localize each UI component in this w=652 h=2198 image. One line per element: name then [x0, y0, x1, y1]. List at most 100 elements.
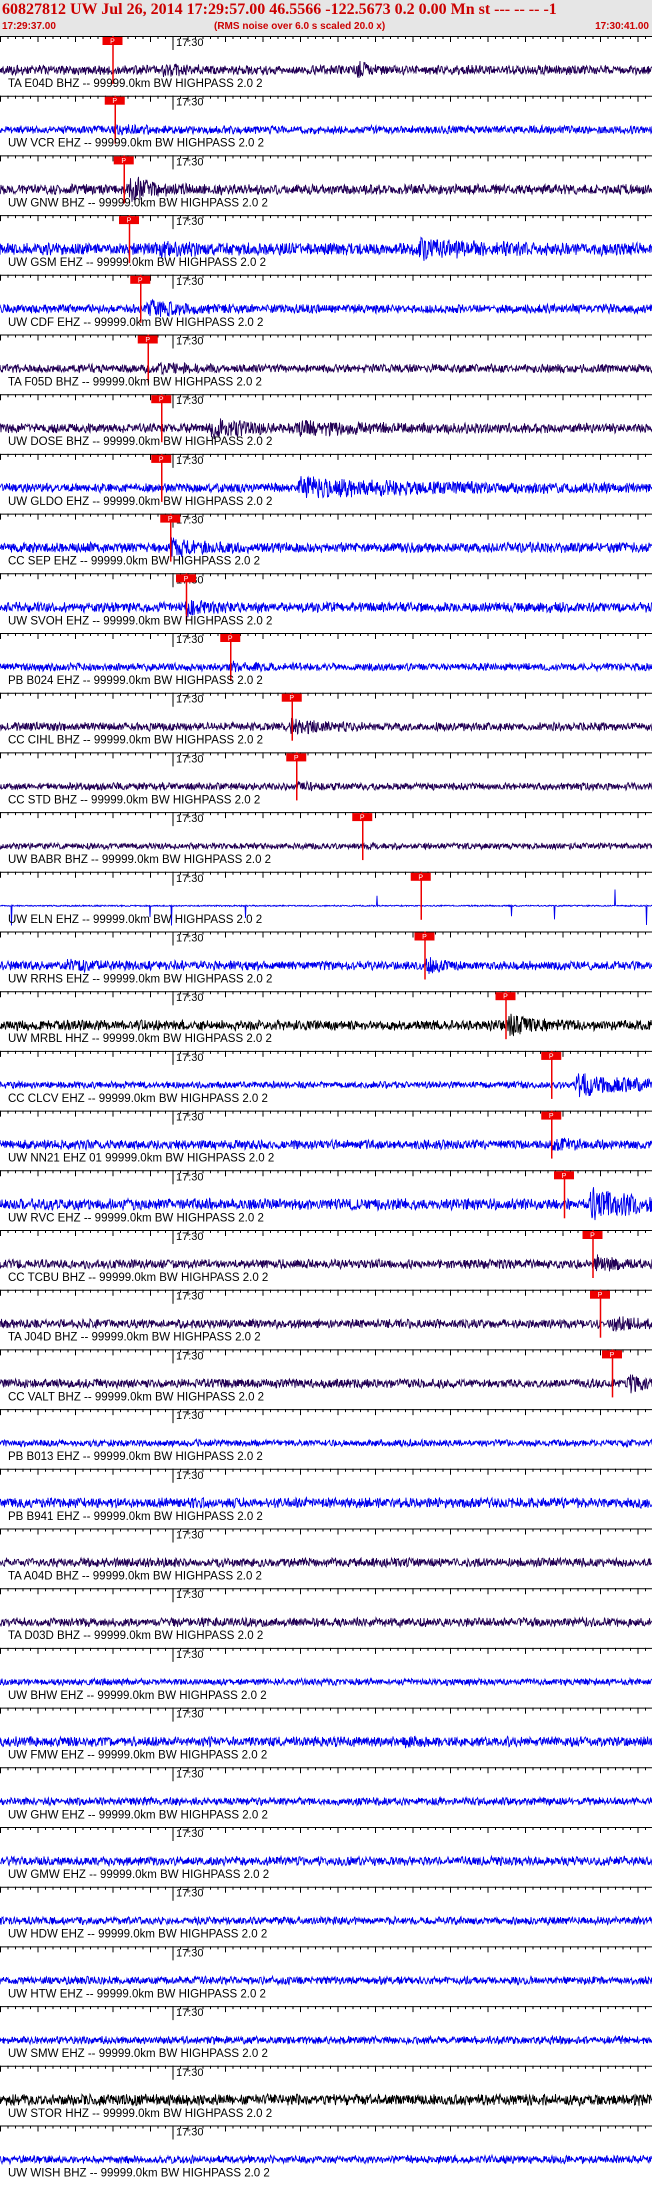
pick-label: P	[228, 636, 233, 643]
waveform	[0, 475, 652, 499]
pick-label: P	[562, 1173, 567, 1180]
minute-mark-label: 17:30	[176, 1888, 204, 1900]
channel-label: UW GSM EHZ -- 99999.0km BW HIGHPASS 2.0 …	[8, 257, 266, 269]
pick-label: P	[289, 695, 294, 702]
minute-mark-label: 17:30	[176, 992, 204, 1004]
channel-label: UW SMW EHZ -- 99999.0km BW HIGHPASS 2.0 …	[8, 2048, 268, 2060]
pick-label: P	[145, 337, 150, 344]
channel-label: TA A04D BHZ -- 99999.0km BW HIGHPASS 2.0…	[8, 1571, 262, 1583]
channel-label: UW NN21 EHZ 01 99999.0km BW HIGHPASS 2.0…	[8, 1153, 274, 1165]
minute-mark-label: 17:30	[176, 216, 204, 228]
trace-row: 17:30 TA A04D BHZ -- 99999.0km BW HIGHPAS…	[0, 1528, 652, 1583]
trace-row: 17:30 P UW GNW BHZ -- 99999.0km BW HIGHPAS…	[0, 155, 652, 209]
minute-mark-label: 17:30	[176, 1291, 204, 1303]
waveform	[0, 1556, 652, 1569]
trace-row: 17:30 P TA F05D BHZ -- 99999.0km BW HIGHPA…	[0, 334, 652, 389]
trace-row: 17:30 P CC CLCV EHZ -- 99999.0km BW HIGHPA…	[0, 1050, 652, 1105]
trace-row: 17:30 P UW GSM EHZ -- 99999.0km BW HIGHPAS…	[0, 215, 652, 269]
channel-label: UW BABR BHZ -- 99999.0km BW HIGHPASS 2.0…	[8, 854, 271, 866]
channel-label: TA J04D BHZ -- 99999.0km BW HIGHPASS 2.0…	[8, 1332, 261, 1344]
channel-label: UW GLDO EHZ -- 99999.0km BW HIGHPASS 2.0…	[8, 496, 272, 508]
waveform	[0, 60, 652, 79]
pick-label: P	[159, 397, 164, 404]
channel-label: CC CIHL BHZ -- 99999.0km BW HIGHPASS 2.0…	[8, 735, 263, 747]
channel-label: UW SVOH EHZ -- 99999.0km BW HIGHPASS 2.0…	[8, 615, 272, 627]
trace-row: 17:30 PB B941 EHZ -- 99999.0km BW HIGHPAS…	[0, 1468, 652, 1523]
event-title: 60827812 UW Jul 26, 2014 17:29:57.00 46.…	[2, 1, 557, 18]
waveform	[0, 1915, 652, 1927]
waveform	[0, 1437, 652, 1449]
minute-mark-label: 17:30	[176, 813, 204, 825]
waveform	[0, 1735, 652, 1749]
waveform	[0, 1676, 652, 1688]
trace-row: 17:30PUW SVOH EHZ -- 99999.0km BW HIGHPA…	[0, 573, 652, 627]
channel-label: UW GMW EHZ -- 99999.0km BW HIGHPASS 2.0 …	[8, 1869, 269, 1881]
minute-mark-label: 17:30	[176, 336, 204, 348]
start-time: 17:29:37.00	[2, 21, 56, 32]
waveform	[0, 1137, 652, 1151]
minute-mark-label: 17:30	[176, 1649, 204, 1661]
waveform	[0, 716, 652, 735]
trace-row: 17:30 P UW DOSE BHZ -- 99999.0km BW HIGHPA…	[0, 394, 652, 448]
minute-mark-label: 17:30	[176, 1231, 204, 1243]
trace-row: 17:30PCC SEP EHZ -- 99999.0km BW HIGHPAS…	[0, 513, 652, 568]
channel-label: UW STOR HHZ -- 99999.0km BW HIGHPASS 2.0…	[8, 2108, 272, 2120]
minute-mark-label: 17:30	[176, 694, 204, 706]
channel-label: PB B024 EHZ -- 99999.0km BW HIGHPASS 2.0…	[8, 675, 263, 687]
channel-label: UW HDW EHZ -- 99999.0km BW HIGHPASS 2.0 …	[8, 1929, 267, 1941]
pick-label: P	[360, 815, 365, 822]
minute-mark-label: 17:30	[176, 1947, 204, 1959]
minute-mark-label: 17:30	[176, 2067, 204, 2079]
end-time: 17:30:41.00	[595, 21, 649, 32]
trace-row: 17:30 UW FMW EHZ -- 99999.0km BW HIGHPASS…	[0, 1707, 652, 1762]
pick-label: P	[110, 39, 115, 46]
minute-mark-label: 17:30	[176, 1171, 204, 1183]
pick-label: P	[121, 158, 126, 165]
minute-mark-label: 17:30	[176, 873, 204, 885]
trace-row: 17:30 UW HTW EHZ -- 99999.0km BW HIGHPASS…	[0, 1946, 652, 2000]
waveform	[0, 780, 652, 792]
minute-mark-label: 17:30	[176, 1470, 204, 1482]
channel-label: CC CLCV EHZ -- 99999.0km BW HIGHPASS 2.0…	[8, 1093, 268, 1105]
trace-row: 17:30 P UW VCR EHZ -- 99999.0km BW HIGHPAS…	[0, 95, 652, 150]
pick-label: P	[503, 994, 508, 1001]
waveform	[0, 1795, 652, 1807]
minute-mark-label: 17:30	[176, 634, 204, 646]
minute-mark-label: 17:30	[176, 1768, 204, 1780]
trace-row: 17:30 P UW MRBL HHZ -- 99999.0km BW HIGHPA…	[0, 991, 652, 1045]
channel-label: UW ELN EHZ -- 99999.0km BW HIGHPASS 2.0 …	[8, 914, 262, 926]
waveform	[0, 1854, 652, 1868]
minute-mark-label: 17:30	[176, 37, 204, 49]
trace-row: 17:30 P CC TCBU BHZ -- 99999.0km BW HIGHPA…	[0, 1230, 652, 1284]
trace-row: 17:30 UW GHW EHZ -- 99999.0km BW HIGHPASS…	[0, 1767, 652, 1821]
trace-row: 17:30 UW SMW EHZ -- 99999.0km BW HIGHPASS…	[0, 2006, 652, 2060]
trace-row: 17:30 P UW CDF EHZ -- 99999.0km BW HIGHPAS…	[0, 274, 652, 329]
waveform	[0, 123, 652, 136]
pick-label: P	[184, 576, 189, 583]
pick-label: P	[590, 1233, 595, 1240]
waveform	[0, 361, 652, 376]
minute-mark-label: 17:30	[176, 753, 204, 765]
trace-row: 17:30 P UW BABR BHZ -- 99999.0km BW HIGHPA…	[0, 812, 652, 866]
minute-mark-label: 17:30	[176, 1410, 204, 1422]
channel-label: UW WISH BHZ -- 99999.0km BW HIGHPASS 2.0…	[8, 2168, 270, 2180]
minute-mark-label: 17:30	[176, 1530, 204, 1542]
trace-row: 17:30 P CC STD BHZ -- 99999.0km BW HIGHPAS…	[0, 752, 652, 806]
minute-mark-label: 17:30	[176, 156, 204, 168]
trace-row: 17:30 UW BHW EHZ -- 99999.0km BW HIGHPASS…	[0, 1647, 652, 1702]
pick-label: P	[598, 1292, 603, 1299]
channel-label: UW BHW EHZ -- 99999.0km BW HIGHPASS 2.0 …	[8, 1690, 267, 1702]
minute-mark-label: 17:30	[176, 276, 204, 288]
channel-label: CC TCBU BHZ -- 99999.0km BW HIGHPASS 2.0…	[8, 1272, 268, 1284]
channel-label: UW CDF EHZ -- 99999.0km BW HIGHPASS 2.0 …	[8, 317, 263, 329]
trace-row: 17:30 UW HDW EHZ -- 99999.0km BW HIGHPASS…	[0, 1886, 652, 1941]
channel-label: UW RRHS EHZ -- 99999.0km BW HIGHPASS 2.0…	[8, 974, 272, 986]
trace-row: 17:30 P CC CIHL BHZ -- 99999.0km BW HIGHPA…	[0, 692, 652, 747]
pick-label: P	[549, 1053, 554, 1060]
channel-label: UW MRBL HHZ -- 99999.0km BW HIGHPASS 2.0…	[8, 1033, 272, 1045]
pick-label: P	[127, 218, 132, 225]
trace-row: 17:30 UW GMW EHZ -- 99999.0km BW HIGHPASS…	[0, 1827, 652, 1881]
minute-mark-label: 17:30	[176, 2127, 204, 2139]
trace-row: 17:30 P UW RRHS EHZ -- 99999.0km BW HIGHPA…	[0, 931, 652, 986]
waveform	[0, 298, 652, 318]
